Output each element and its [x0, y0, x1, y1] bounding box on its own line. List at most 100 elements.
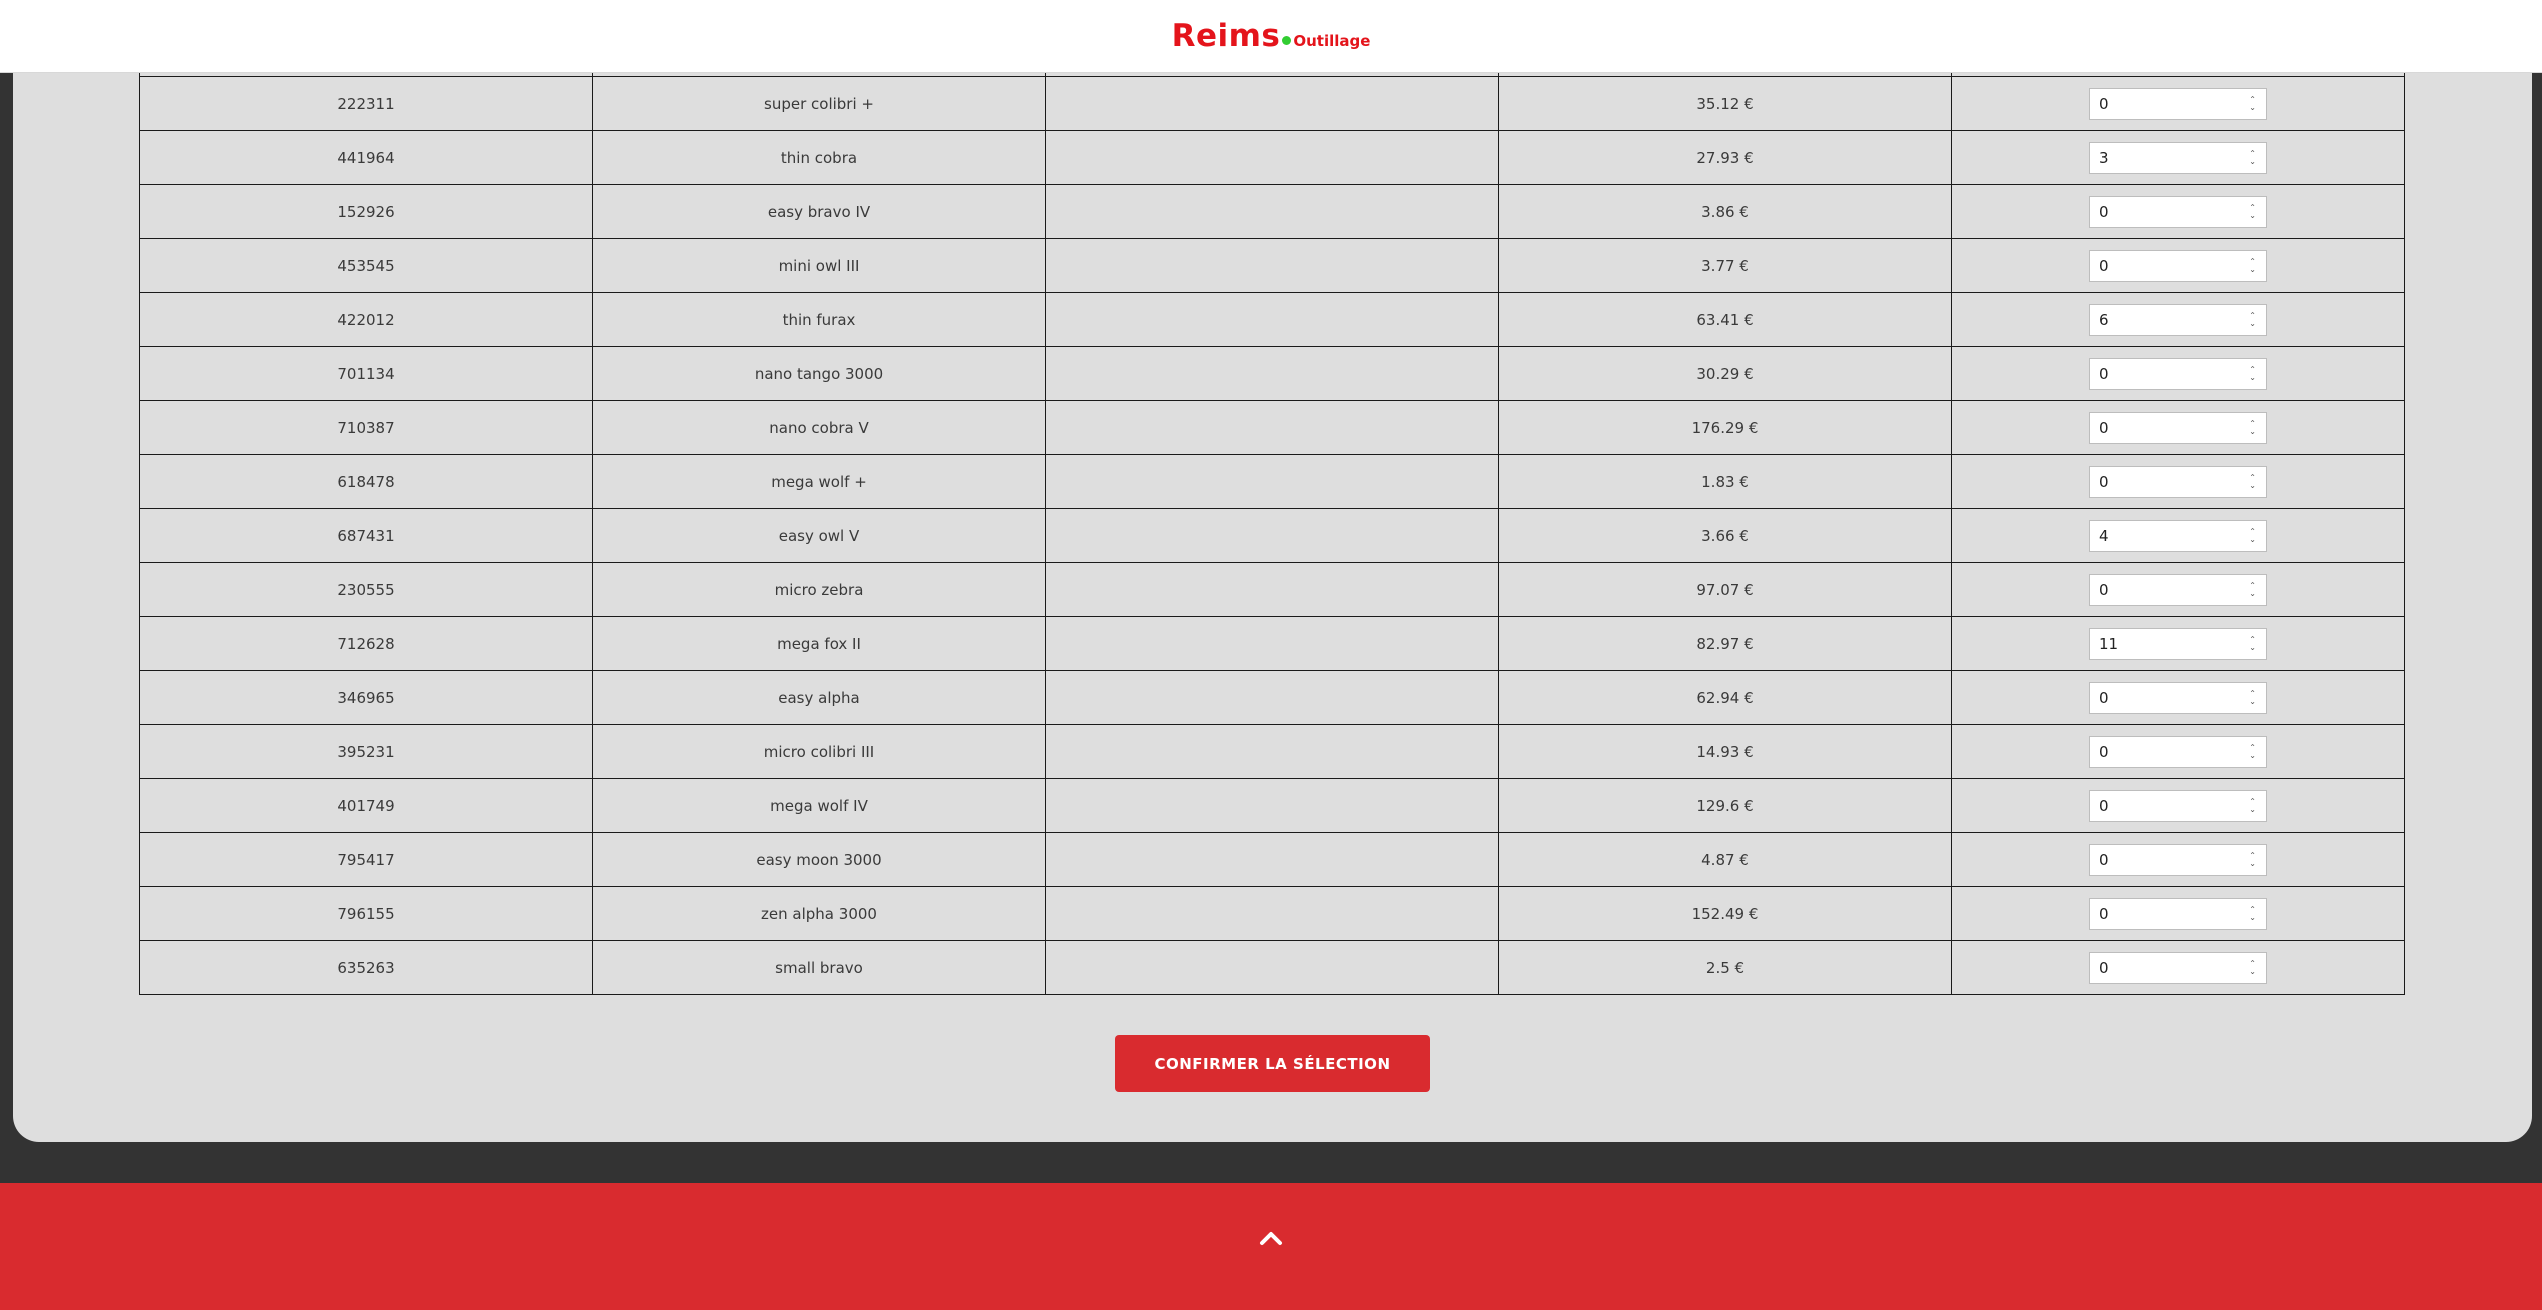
product-price: 152.49 €	[1498, 886, 1952, 941]
quantity-stepper[interactable]: 6 ⌃ ⌄	[2089, 303, 2267, 336]
empty-cell	[1045, 724, 1499, 779]
quantity-stepper[interactable]: 0 ⌃ ⌄	[2089, 843, 2267, 876]
spinner-arrows-icon[interactable]: ⌃ ⌄	[2249, 95, 2256, 112]
spinner-arrows-icon[interactable]: ⌃ ⌄	[2249, 365, 2256, 382]
spin-down-icon[interactable]: ⌄	[2249, 913, 2256, 922]
spin-down-icon[interactable]: ⌄	[2249, 697, 2256, 706]
spin-down-icon[interactable]: ⌄	[2249, 103, 2256, 112]
spinner-arrows-icon[interactable]: ⌃ ⌄	[2249, 635, 2256, 652]
spin-down-icon[interactable]: ⌄	[2249, 211, 2256, 220]
empty-cell	[1045, 454, 1499, 509]
quantity-stepper[interactable]: 0 ⌃ ⌄	[2089, 87, 2267, 120]
quantity-value: 0	[2099, 202, 2109, 221]
spin-down-icon[interactable]: ⌄	[2249, 805, 2256, 814]
product-price: 82.97 €	[1498, 616, 1952, 671]
spin-down-icon[interactable]: ⌄	[2249, 481, 2256, 490]
quantity-value: 0	[2099, 580, 2109, 599]
spin-down-icon[interactable]: ⌄	[2249, 427, 2256, 436]
product-name: easy alpha	[592, 670, 1046, 725]
table-row: 710387 nano cobra V 176.29 € 0 ⌃ ⌄	[139, 400, 2405, 455]
quantity-cell: 0 ⌃ ⌄	[1951, 778, 2405, 833]
spinner-arrows-icon[interactable]: ⌃ ⌄	[2249, 419, 2256, 436]
quantity-cell: 4 ⌃ ⌄	[1951, 508, 2405, 563]
quantity-stepper[interactable]: 0 ⌃ ⌄	[2089, 735, 2267, 768]
empty-cell	[1045, 562, 1499, 617]
spinner-arrows-icon[interactable]: ⌃ ⌄	[2249, 743, 2256, 760]
confirm-selection-button[interactable]: CONFIRMER LA SÉLECTION	[1115, 1035, 1430, 1092]
quantity-cell: 0 ⌃ ⌄	[1951, 400, 2405, 455]
spin-down-icon[interactable]: ⌄	[2249, 157, 2256, 166]
quantity-cell: 0 ⌃ ⌄	[1951, 832, 2405, 887]
quantity-stepper[interactable]: 0 ⌃ ⌄	[2089, 411, 2267, 444]
empty-cell	[1045, 508, 1499, 563]
quantity-value: 0	[2099, 742, 2109, 761]
table-row: 230555 micro zebra 97.07 € 0 ⌃ ⌄	[139, 562, 2405, 617]
spin-down-icon[interactable]: ⌄	[2249, 859, 2256, 868]
quantity-cell: 0 ⌃ ⌄	[1951, 724, 2405, 779]
quantity-stepper[interactable]: 0 ⌃ ⌄	[2089, 465, 2267, 498]
spinner-arrows-icon[interactable]: ⌃ ⌄	[2249, 149, 2256, 166]
logo-subtitle: Outillage	[1293, 32, 1371, 50]
spinner-arrows-icon[interactable]: ⌃ ⌄	[2249, 203, 2256, 220]
spinner-arrows-icon[interactable]: ⌃ ⌄	[2249, 257, 2256, 274]
spinner-arrows-icon[interactable]: ⌃ ⌄	[2249, 311, 2256, 328]
spin-down-icon[interactable]: ⌄	[2249, 643, 2256, 652]
site-logo[interactable]: Reims Outillage	[1172, 18, 1371, 54]
empty-cell	[1045, 292, 1499, 347]
spin-down-icon[interactable]: ⌄	[2249, 535, 2256, 544]
product-price: 3.77 €	[1498, 238, 1952, 293]
table-row: 635263 small bravo 2.5 € 0 ⌃ ⌄	[139, 940, 2405, 995]
spin-down-icon[interactable]: ⌄	[2249, 589, 2256, 598]
spinner-arrows-icon[interactable]: ⌃ ⌄	[2249, 473, 2256, 490]
chevron-up-icon[interactable]	[1259, 1230, 1283, 1246]
product-price: 2.5 €	[1498, 940, 1952, 995]
table-row: 222311 super colibri + 35.12 € 0 ⌃ ⌄	[139, 76, 2405, 131]
spinner-arrows-icon[interactable]: ⌃ ⌄	[2249, 581, 2256, 598]
spinner-arrows-icon[interactable]: ⌃ ⌄	[2249, 689, 2256, 706]
table-row: 687431 easy owl V 3.66 € 4 ⌃ ⌄	[139, 508, 2405, 563]
quantity-stepper[interactable]: 0 ⌃ ⌄	[2089, 681, 2267, 714]
quantity-stepper[interactable]: 0 ⌃ ⌄	[2089, 951, 2267, 984]
product-reference: 401749	[139, 778, 593, 833]
quantity-stepper[interactable]: 0 ⌃ ⌄	[2089, 573, 2267, 606]
spin-down-icon[interactable]: ⌄	[2249, 373, 2256, 382]
spin-down-icon[interactable]: ⌄	[2249, 751, 2256, 760]
spinner-arrows-icon[interactable]: ⌃ ⌄	[2249, 959, 2256, 976]
table-row: 795417 easy moon 3000 4.87 € 0 ⌃ ⌄	[139, 832, 2405, 887]
product-price: 3.86 €	[1498, 184, 1952, 239]
product-reference: 453545	[139, 238, 593, 293]
empty-cell	[1045, 670, 1499, 725]
product-price: 63.41 €	[1498, 292, 1952, 347]
quantity-stepper[interactable]: 3 ⌃ ⌄	[2089, 141, 2267, 174]
spinner-arrows-icon[interactable]: ⌃ ⌄	[2249, 797, 2256, 814]
product-price: 176.29 €	[1498, 400, 1952, 455]
product-reference: 701134	[139, 346, 593, 401]
product-name: mini owl III	[592, 238, 1046, 293]
products-table-body: 222311 super colibri +35.12 €0 ⌃ ⌄ 441964 thi…	[139, 72, 2405, 995]
spinner-arrows-icon[interactable]: ⌃ ⌄	[2249, 527, 2256, 544]
quantity-cell: 0 ⌃ ⌄	[1951, 184, 2405, 239]
quantity-stepper[interactable]: 0 ⌃ ⌄	[2089, 897, 2267, 930]
quantity-stepper[interactable]: 0 ⌃ ⌄	[2089, 249, 2267, 282]
logo-dot-icon	[1282, 36, 1292, 45]
product-name: mega wolf +	[592, 454, 1046, 509]
empty-cell	[1045, 76, 1499, 131]
table-row: 422012 thin furax 63.41 € 6 ⌃ ⌄	[139, 292, 2405, 347]
spin-down-icon[interactable]: ⌄	[2249, 319, 2256, 328]
product-price: 35.12 €	[1498, 76, 1952, 131]
product-reference: 441964	[139, 130, 593, 185]
spinner-arrows-icon[interactable]: ⌃ ⌄	[2249, 905, 2256, 922]
quantity-stepper[interactable]: 0 ⌃ ⌄	[2089, 357, 2267, 390]
quantity-stepper[interactable]: 4 ⌃ ⌄	[2089, 519, 2267, 552]
product-price: 4.87 €	[1498, 832, 1952, 887]
quantity-stepper[interactable]: 0 ⌃ ⌄	[2089, 789, 2267, 822]
quantity-stepper[interactable]: 11 ⌃ ⌄	[2089, 627, 2267, 660]
spin-down-icon[interactable]: ⌄	[2249, 265, 2256, 274]
quantity-stepper[interactable]: 0 ⌃ ⌄	[2089, 195, 2267, 228]
quantity-value: 3	[2099, 148, 2109, 167]
spinner-arrows-icon[interactable]: ⌃ ⌄	[2249, 851, 2256, 868]
spin-down-icon[interactable]: ⌄	[2249, 967, 2256, 976]
quantity-value: 0	[2099, 94, 2109, 113]
product-name: easy bravo IV	[592, 184, 1046, 239]
product-reference: 230555	[139, 562, 593, 617]
